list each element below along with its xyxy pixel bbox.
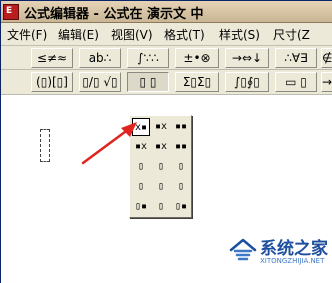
menu-style[interactable]: 样式(S) — [219, 26, 260, 43]
over-underscript-template[interactable]: ▯ — [172, 158, 190, 176]
limit-over-template[interactable]: ▯ — [132, 178, 150, 196]
matrix-center-template[interactable]: ▯ — [152, 198, 170, 216]
equation-editor-app-icon[interactable]: Ε — [3, 4, 19, 20]
summations-icon[interactable]: Σ▯Σ▯ — [175, 72, 219, 92]
sub-superscript-template[interactable]: ▪▪ — [172, 118, 190, 136]
relations-icon[interactable]: ≤≠≈ — [31, 48, 73, 68]
underbar-overbar-icon[interactable]: ▭ ▯ — [275, 72, 317, 92]
title-bar[interactable]: Ε 公式编辑器 - 公式在 演示文 中 — [1, 1, 332, 23]
menu-view[interactable]: 视图(V) — [111, 26, 153, 43]
spaces-icon[interactable]: ab∴ — [79, 48, 121, 68]
insertion-slot[interactable] — [40, 129, 50, 162]
operators-icon[interactable]: ±•⊗ — [175, 48, 219, 68]
templates-toolbar: (▯)[▯] ▯/▯ √▯ ▯ ▯ Σ▯Σ▯ ∫▯∮▯ ▭ ▯ → — [1, 70, 332, 95]
menu-edit[interactable]: 编辑(E) — [58, 26, 99, 43]
subscript-superscript-icon[interactable]: ▯ ▯ — [127, 72, 169, 92]
annotation-arrow-icon — [81, 122, 137, 165]
subscript-template[interactable]: ▪x — [152, 118, 170, 136]
fences-icon[interactable]: (▯)[▯] — [31, 72, 73, 92]
limit-under-template[interactable]: ▯ — [152, 178, 170, 196]
labeled-arrows-icon[interactable]: → — [321, 72, 332, 92]
logic-icon[interactable]: ∴∀∃ — [275, 48, 317, 68]
menu-file[interactable]: 文件(F) — [7, 26, 47, 43]
matrix-right-template[interactable]: ▯▪ — [172, 198, 190, 216]
left-sub-superscript-template[interactable]: ▪▪ — [172, 138, 190, 156]
arrows-icon[interactable]: →⇔↓ — [225, 48, 269, 68]
watermark-brand: 系统之家 — [260, 239, 328, 259]
menu-size[interactable]: 尺寸(Z — [273, 26, 310, 43]
watermark-url: XITONGZHIJIA.NET — [260, 257, 325, 265]
set-theory-icon[interactable]: ∉ — [321, 48, 332, 68]
embellishments-icon[interactable]: ∫∵∴ — [127, 48, 169, 68]
matrix-left-template[interactable]: ▯▪ — [132, 198, 150, 216]
window-title: 公式编辑器 - 公式在 演示文 中 — [24, 7, 204, 22]
house-logo-icon — [229, 238, 257, 261]
left-subscript-template[interactable]: ▪x — [152, 138, 170, 156]
fractions-radicals-icon[interactable]: ▯/▯ √▯ — [79, 72, 121, 92]
menu-bar: 文件(F) 编辑(E) 视图(V) 格式(T) 样式(S) 尺寸(Z — [1, 23, 332, 46]
menu-format[interactable]: 格式(T) — [164, 26, 205, 43]
underscript-template[interactable]: ▯ — [152, 158, 170, 176]
limit-over-under-template[interactable]: ▯ — [172, 178, 190, 196]
watermark: 系统之家 XITONGZHIJIA.NET — [229, 233, 332, 273]
symbols-toolbar: ≤≠≈ ab∴ ∫∵∴ ±•⊗ →⇔↓ ∴∀∃ ∉ — [1, 46, 332, 70]
equation-editor-window: Ε 公式编辑器 - 公式在 演示文 中 文件(F) 编辑(E) 视图(V) 格式… — [0, 0, 332, 283]
integrals-icon[interactable]: ∫▯∮▯ — [225, 72, 269, 92]
